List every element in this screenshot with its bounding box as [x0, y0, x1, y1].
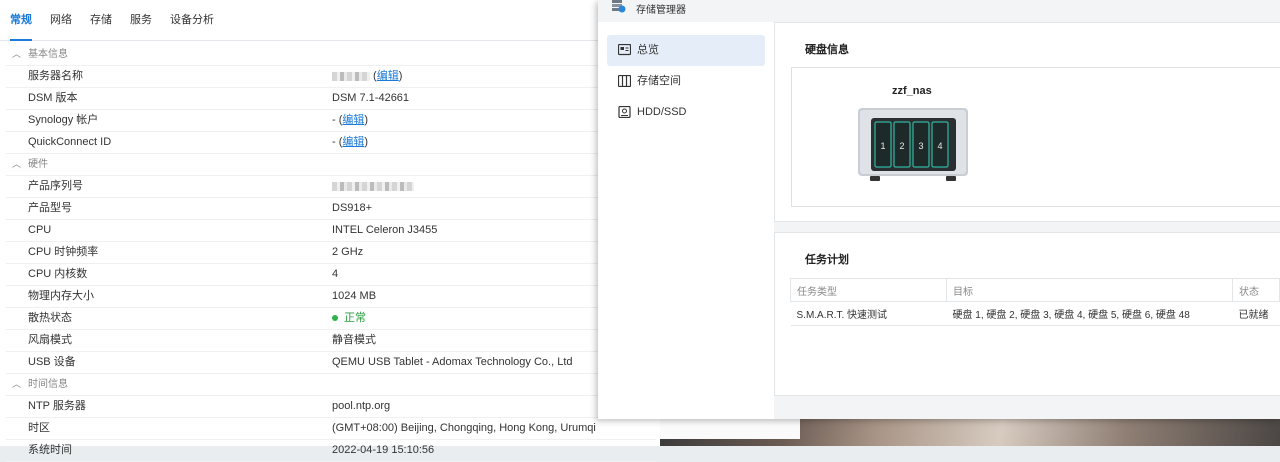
sidebar-item-overview[interactable]: 总览: [607, 35, 765, 66]
row-dsm-version: DSM 版本 DSM 7.1-42661: [6, 88, 656, 110]
row-label: 物理内存大小: [28, 290, 94, 302]
tab-device-analysis[interactable]: 设备分析: [170, 0, 214, 40]
row-value: (GMT+08:00) Beijing, Chongqing, Hong Kon…: [332, 422, 596, 434]
row-fan-mode: 风扇模式 静音模式: [6, 330, 656, 352]
column-header-target[interactable]: 目标: [946, 278, 1233, 302]
row-quickconnect: QuickConnect ID - (编辑): [6, 132, 656, 154]
row-label: 产品型号: [28, 202, 72, 214]
column-header-type[interactable]: 任务类型: [790, 278, 947, 302]
row-memory: 物理内存大小 1024 MB: [6, 286, 656, 308]
edit-account-link[interactable]: 编辑: [342, 114, 364, 126]
row-model: 产品型号 DS918+: [6, 198, 656, 220]
disk-bay-label: 1: [880, 141, 885, 151]
row-label: 风扇模式: [28, 334, 72, 346]
row-label: NTP 服务器: [28, 400, 86, 412]
row-label: 系统时间: [28, 444, 72, 456]
sidebar-item-label: 存储空间: [637, 75, 681, 87]
chevron-up-icon: ︿: [12, 49, 22, 59]
nas-device-image[interactable]: 1 2 3 4: [858, 108, 968, 181]
table-row[interactable]: S.M.A.R.T. 快速测试 硬盘 1, 硬盘 2, 硬盘 3, 硬盘 4, …: [790, 301, 1280, 326]
overview-icon: [618, 44, 631, 56]
section-time-info[interactable]: ︿ 时间信息: [6, 374, 656, 396]
hdd-icon: [618, 106, 631, 118]
disk-info-title: 硬盘信息: [805, 44, 849, 56]
row-label: QuickConnect ID: [28, 136, 112, 148]
value-prefix: - (: [332, 136, 343, 148]
row-label: 散热状态: [28, 312, 72, 324]
section-hardware[interactable]: ︿ 硬件: [6, 154, 656, 176]
row-label: CPU 内核数: [28, 268, 88, 280]
row-cpu-cores: CPU 内核数 4: [6, 264, 656, 286]
status-ok-icon: [332, 315, 338, 322]
disk-bay-label: 3: [918, 141, 923, 151]
sidebar-item-label: HDD/SSD: [637, 106, 687, 118]
task-table: 任务类型 目标 状态 S.M.A.R.T. 快速测试 硬盘 1, 硬盘 2, 硬…: [790, 278, 1280, 326]
info-center-panel: 常规 网络 存储 服务 设备分析 ︿ 基本信息 服务器名称 (编辑) DSM 版本…: [0, 0, 660, 462]
row-serial: 产品序列号: [6, 176, 656, 198]
value-suffix: ): [364, 136, 369, 148]
disk-bay-label: 4: [937, 141, 942, 151]
info-tabs: 常规 网络 存储 服务 设备分析: [0, 0, 660, 41]
section-title: 时间信息: [28, 379, 68, 390]
storage-manager-app-icon: [612, 0, 626, 13]
row-server-name: 服务器名称 (编辑): [6, 66, 656, 88]
column-header-status[interactable]: 状态: [1232, 278, 1280, 302]
row-label: 产品序列号: [28, 180, 83, 192]
edit-quickconnect-link[interactable]: 编辑: [342, 136, 364, 148]
nas-device-panel: zzf_nas 1 2 3 4: [791, 67, 1280, 207]
task-plan-title: 任务计划: [805, 254, 849, 266]
chevron-up-icon: ︿: [12, 379, 22, 389]
row-label: DSM 版本: [28, 92, 78, 104]
section-title: 硬件: [28, 159, 48, 170]
task-target: 硬盘 1, 硬盘 2, 硬盘 3, 硬盘 4, 硬盘 5, 硬盘 6, 硬盘 4…: [946, 301, 1233, 326]
row-label: 时区: [28, 422, 50, 434]
row-cpu-frequency: CPU 时钟频率 2 GHz: [6, 242, 656, 264]
storage-sidebar: 总览 存储空间 HDD/SSD: [598, 22, 775, 419]
chevron-up-icon: ︿: [12, 159, 22, 169]
row-value: 2022-04-19 15:10:56: [332, 444, 435, 456]
section-basic-info[interactable]: ︿ 基本信息: [6, 44, 656, 66]
row-label: CPU 时钟频率: [28, 246, 99, 258]
section-title: 基本信息: [28, 49, 68, 60]
window-title-bar[interactable]: 存储管理器: [598, 0, 1280, 16]
info-rows: ︿ 基本信息 服务器名称 (编辑) DSM 版本 DSM 7.1-42661 Sy…: [6, 44, 656, 462]
disk-bay-label: 2: [899, 141, 904, 151]
row-thermal: 散热状态 正常: [6, 308, 656, 330]
task-status: 已就绪: [1232, 301, 1280, 326]
redacted-value: [332, 71, 370, 81]
tab-services[interactable]: 服务: [130, 0, 152, 40]
sidebar-item-label: 总览: [637, 44, 659, 56]
row-timezone: 时区 (GMT+08:00) Beijing, Chongqing, Hong …: [6, 418, 656, 440]
thermal-status: 正常: [344, 312, 366, 324]
row-system-time: 系统时间 2022-04-19 15:10:56: [6, 440, 656, 462]
nas-name: zzf_nas: [892, 85, 932, 97]
row-label: 服务器名称: [28, 70, 83, 82]
sidebar-item-hdd-ssd[interactable]: HDD/SSD: [607, 97, 765, 128]
row-label: USB 设备: [28, 356, 76, 368]
task-table-header: 任务类型 目标 状态: [790, 278, 1280, 302]
storage-manager-window: 存储管理器 总览 存储空间 HDD/SSD 硬盘信息 zzf_nas 1 2 3…: [598, 0, 1280, 419]
value-suffix: ): [364, 114, 369, 126]
row-label: CPU: [28, 224, 52, 236]
value-prefix: - (: [332, 114, 343, 126]
row-cpu: CPU INTEL Celeron J3455: [6, 220, 656, 242]
tab-storage[interactable]: 存储: [90, 0, 112, 40]
row-synology-account: Synology 帐户 - (编辑): [6, 110, 656, 132]
window-title: 存储管理器: [636, 5, 686, 16]
sidebar-item-storage-pool[interactable]: 存储空间: [607, 66, 765, 97]
storage-main: 硬盘信息 zzf_nas 1 2 3 4 任务计划 任务类型 目标 状态 S.M…: [774, 22, 1280, 419]
disk-info-card: 硬盘信息 zzf_nas 1 2 3 4: [774, 22, 1280, 222]
row-usb: USB 设备 QEMU USB Tablet - Adomax Technolo…: [6, 352, 656, 374]
redacted-value: [332, 181, 414, 191]
row-ntp: NTP 服务器 pool.ntp.org: [6, 396, 656, 418]
tab-network[interactable]: 网络: [50, 0, 72, 40]
tab-general[interactable]: 常规: [10, 0, 32, 41]
row-label: Synology 帐户: [28, 114, 99, 126]
storage-pool-icon: [618, 75, 631, 87]
edit-server-name-link[interactable]: 编辑: [377, 70, 399, 82]
task-type: S.M.A.R.T. 快速测试: [790, 301, 947, 326]
